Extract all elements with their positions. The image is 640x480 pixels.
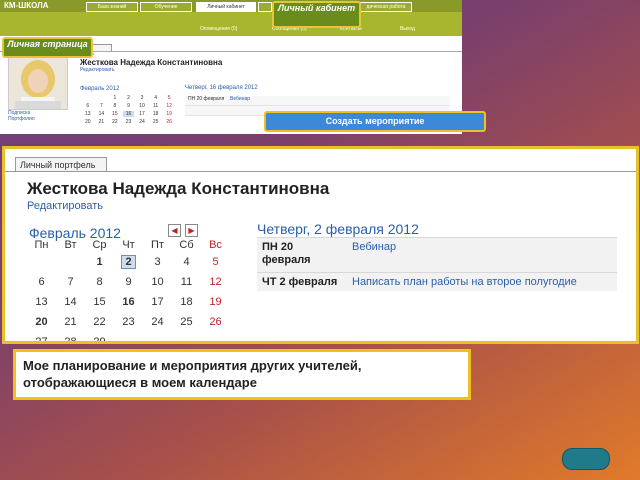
calendar-day[interactable]: 29 (85, 332, 114, 341)
calendar-day[interactable]: 7 (56, 272, 85, 292)
calendar-day[interactable]: 20 (27, 312, 56, 332)
calendar-day[interactable]: 18 (172, 292, 201, 312)
calendar-week: 1 2 3 4 5 (27, 252, 230, 272)
calendar-day[interactable]: 13 (27, 292, 56, 312)
calendar-week: 13 14 15 16 17 18 19 (27, 292, 230, 312)
calendar-day[interactable]: 3 (143, 252, 172, 272)
create-event-button[interactable]: Создать мероприятие (264, 111, 486, 132)
calendar-day[interactable]: 15 (85, 292, 114, 312)
event-title[interactable]: Написать план работы на второе полугодие (352, 276, 577, 288)
callout-personal-page: Личная страница (2, 37, 93, 58)
calendar-day[interactable]: 16 (114, 292, 143, 312)
weekday-header: Пн Вт Ср Чт Пт Сб Вс (27, 237, 230, 252)
calendar-month-small: Февраль 2012 (80, 86, 120, 92)
subnav-logout[interactable]: Выход (400, 26, 415, 32)
calendar-week: 6 7 8 9 10 11 12 (27, 272, 230, 292)
edit-link-small[interactable]: Редактировать (80, 67, 115, 73)
weekday-label: Вс (209, 238, 222, 251)
calendar-day (143, 332, 172, 341)
calendar-day[interactable]: 25 (172, 312, 201, 332)
calendar-day (114, 332, 143, 341)
calendar-day (172, 332, 201, 341)
calendar-day-selected[interactable]: 2 (114, 252, 143, 272)
event-row[interactable]: ЧТ 2 февраля Написать план работы на вто… (257, 272, 617, 291)
calendar-day[interactable]: 6 (27, 272, 56, 292)
calendar-day[interactable]: 23 (114, 312, 143, 332)
calendar-day (27, 252, 56, 272)
calendar-day-selected-label: 2 (121, 255, 136, 269)
calendar-day[interactable]: 17 (143, 292, 172, 312)
selected-date-small: Четверг, 16 февраля 2012 (185, 85, 258, 91)
event-row[interactable]: ПН 20 февраля Вебинар (257, 237, 617, 272)
nav-learning[interactable]: Обучение (140, 2, 192, 12)
profile-name: Жесткова Надежда Константиновна (27, 179, 330, 198)
calendar-day[interactable]: 19 (201, 292, 230, 312)
nav-knowledge-base[interactable]: База знаний (86, 2, 138, 12)
calendar-day[interactable]: 4 (172, 252, 201, 272)
calendar-day[interactable]: 14 (56, 292, 85, 312)
tab-divider (5, 171, 636, 172)
event-date: ПН 20 февраля (262, 241, 311, 266)
prev-month-icon[interactable]: ◀ (168, 224, 181, 237)
calendar-day[interactable]: 9 (114, 272, 143, 292)
caption-text: Мое планирование и мероприятия других уч… (23, 358, 362, 390)
caption-box: Мое планирование и мероприятия других уч… (13, 349, 471, 400)
calendar-day (56, 252, 85, 272)
event-title[interactable]: Вебинар (352, 241, 396, 253)
calendar-week: 20 21 22 23 24 25 26 (27, 312, 230, 332)
calendar-day[interactable]: 5 (201, 252, 230, 272)
weekday-label: Чт (122, 238, 135, 251)
calendar-day[interactable]: 26 (201, 312, 230, 332)
edit-link[interactable]: Редактировать (27, 200, 103, 212)
portfolio-link[interactable]: Портфолио (8, 116, 35, 122)
callout-personal-cabinet: Личный кабинет (272, 1, 361, 28)
calendar-day[interactable]: 1 (85, 252, 114, 272)
nav-personal-cabinet[interactable]: Личный кабинет (196, 2, 256, 12)
calendar-day[interactable]: 22 (85, 312, 114, 332)
calendar-grid-small: 12345 6 7 8 9 10 11 12 13 14 15 16 17 18 19 20 21 22 23… (85, 95, 172, 125)
calendar-day (201, 332, 230, 341)
weekday-label: Сб (179, 238, 194, 251)
nav-item[interactable] (258, 2, 272, 12)
weekday-label: Пт (151, 238, 164, 251)
calendar-day[interactable]: 12 (201, 272, 230, 292)
portal-brand: КМ-ШКОЛА (4, 1, 49, 10)
nav-methodical-work[interactable]: дическая работа (360, 2, 412, 12)
subnav-notifications[interactable]: Оповещения (0) (200, 26, 237, 32)
weekday-label: Пн (34, 238, 49, 251)
calendar-day[interactable]: 11 (172, 272, 201, 292)
event-date: ЧТ 2 февраля (262, 276, 338, 288)
selected-date-heading: Четверг, 2 февраля 2012 (257, 221, 419, 237)
calendar-day[interactable]: 27 (27, 332, 56, 341)
portal-sub-bar (0, 12, 462, 36)
profile-name-small: Жесткова Надежда Константиновна (80, 58, 223, 67)
calendar-day[interactable]: 24 (143, 312, 172, 332)
zoomed-calendar-panel: Личный портфель Жесткова Надежда Констан… (2, 146, 639, 344)
next-month-icon[interactable]: ▶ (185, 224, 198, 237)
calendar-week: 27 28 29 (27, 332, 230, 341)
profile-photo (8, 56, 68, 110)
calendar-day[interactable]: 10 (143, 272, 172, 292)
tab-personal-portfolio[interactable]: Личный портфель (15, 157, 107, 172)
event-row-small[interactable]: ПН 20 февраля Вебинар (185, 96, 450, 106)
events-list: ПН 20 февраля Вебинар ЧТ 2 февраля Напис… (257, 237, 617, 291)
calendar-day[interactable]: 8 (85, 272, 114, 292)
calendar-day[interactable]: 21 (56, 312, 85, 332)
weekday-label: Ср (92, 238, 107, 251)
profile-links: Подписка Портфолио (8, 110, 35, 122)
next-slide-button[interactable] (562, 448, 610, 470)
calendar-day[interactable]: 28 (56, 332, 85, 341)
weekday-label: Вт (64, 238, 77, 251)
calendar-grid: Пн Вт Ср Чт Пт Сб Вс 1 2 3 4 5 6 7 8 9 1… (27, 237, 230, 342)
